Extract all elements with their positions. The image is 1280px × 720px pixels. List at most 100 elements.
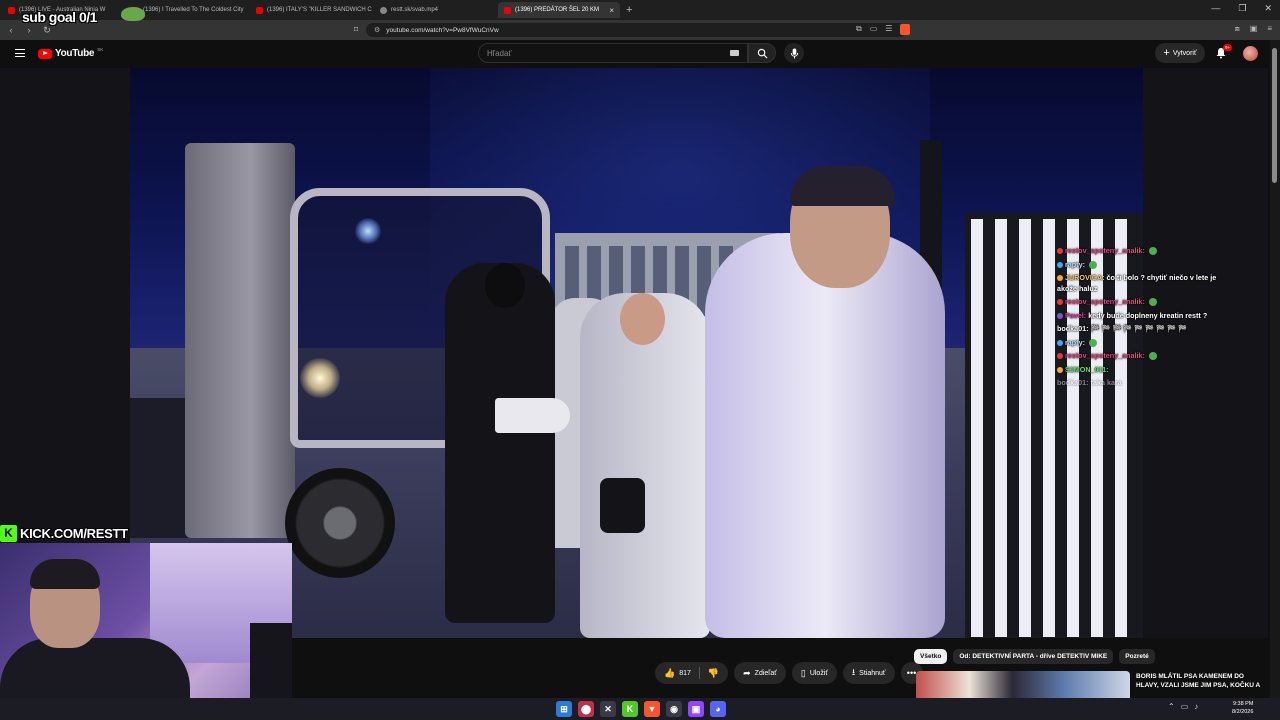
browser-tab-3[interactable]: (1396) ITALY'S "KILLER SANDWICH C: [250, 2, 372, 18]
plus-icon: +: [1163, 46, 1170, 59]
download-button[interactable]: ⭳ Stiahnuť: [843, 662, 895, 684]
verified-badge-icon: [1088, 260, 1097, 269]
network-icon[interactable]: ▭: [1181, 702, 1189, 711]
share-button[interactable]: ➦ Zdieľať: [734, 662, 786, 684]
minimize-icon[interactable]: —: [1211, 3, 1220, 14]
wallet-icon[interactable]: ▣: [1250, 24, 1258, 34]
windows-taskbar: ⊞ ⬤ ✕ K ▼ ◉ ▣ ◕ ⌃ ▭ ♪ 9:38 PM 8/2/2026: [0, 698, 1280, 720]
region-code: SK: [97, 47, 104, 52]
bookmark-icon[interactable]: ⌑: [354, 25, 358, 34]
new-tab-button[interactable]: +: [626, 4, 632, 16]
dislike-icon[interactable]: 👎: [708, 668, 719, 679]
volume-icon[interactable]: ♪: [1194, 702, 1198, 711]
like-count[interactable]: 817: [679, 670, 691, 677]
kick-app-icon[interactable]: K: [622, 701, 638, 717]
create-button[interactable]: + Vytvoriť: [1155, 43, 1205, 63]
tab-label: (1396) ITALY'S "KILLER SANDWICH C: [267, 7, 372, 13]
chat-text: taka kara: [1090, 378, 1122, 387]
scrollbar-thumb[interactable]: [1272, 48, 1277, 183]
verified-badge-icon: [1148, 352, 1157, 361]
chat-message: rapty:: [1057, 338, 1227, 349]
close-tab-icon[interactable]: ×: [609, 6, 614, 15]
video-crossbody-bag: [600, 478, 645, 533]
close-window-icon[interactable]: ✕: [1264, 3, 1272, 14]
chip-from-channel[interactable]: Od: DETEKTIVNÍ PARTA - dříve DETEKTIV MI…: [953, 649, 1114, 664]
tray-chevron-icon[interactable]: ⌃: [1168, 702, 1175, 711]
brave-browser-icon[interactable]: ▼: [644, 701, 660, 717]
browser-menu-icons: ⧈ ▣ ≡: [1235, 24, 1272, 34]
map-pin-app-icon[interactable]: ⬤: [578, 701, 594, 717]
chat-username: rapty:: [1065, 259, 1085, 269]
maximize-icon[interactable]: ❐: [1238, 3, 1246, 14]
twitch-app-icon[interactable]: ▣: [688, 701, 704, 717]
chat-message: JUROVICA: čo ti bolo ? chytiť niečo v let…: [1057, 273, 1227, 294]
extensions-icon[interactable]: ⧈: [1235, 24, 1240, 34]
chat-message: restov_spoteny_analik:: [1057, 246, 1227, 257]
streamer-webcam: [0, 543, 292, 720]
chat-message: restov_spoteny_analik:: [1057, 351, 1227, 362]
playlist-icon[interactable]: ☰: [885, 24, 892, 35]
recommended-video-title[interactable]: BORIS MLÁTIL PSA KAMENEM DO HLAVY, VZALI…: [1136, 672, 1266, 690]
chat-username: restov_spoteny_analik:: [1065, 297, 1145, 306]
windows-start-icon[interactable]: ⊞: [556, 701, 572, 717]
site-info-icon[interactable]: ⚙: [374, 26, 380, 34]
page-scrollbar[interactable]: [1270, 40, 1280, 698]
share-label: Zdieľať: [754, 669, 777, 677]
forward-icon[interactable]: ›: [22, 25, 36, 35]
system-clock[interactable]: 9:38 PM 8/2/2026: [1232, 700, 1253, 716]
chat-username: Pavel:: [1065, 310, 1087, 320]
chip-watched[interactable]: Pozreté: [1119, 649, 1155, 664]
back-icon[interactable]: ‹: [4, 25, 18, 35]
verified-badge-icon: [1148, 298, 1157, 307]
youtube-icon: [504, 6, 511, 14]
chat-message: Pavel: kedy bude doplneny kreatin restt ?: [1057, 311, 1227, 322]
youtube-icon: [256, 6, 263, 14]
chat-message: bodka01: 🏁 🏁 🏁 🏁 🏁 🏁 🏁 🏁 🏁: [1057, 324, 1227, 335]
hamburger-menu-icon[interactable]: [15, 49, 25, 57]
globe-icon: [380, 6, 387, 14]
voice-search-button[interactable]: [784, 43, 804, 63]
like-dislike-group: 👍 817 👎: [655, 662, 729, 684]
sub-goal-overlay: sub goal 0/1: [22, 9, 97, 25]
reload-icon[interactable]: ↻: [40, 25, 54, 36]
clock-time: 9:38 PM: [1232, 701, 1254, 707]
microphone-icon: [790, 47, 798, 59]
chip-all[interactable]: Všetko: [914, 649, 948, 664]
save-label: Uložiť: [809, 669, 828, 677]
chat-username: bodka01:: [1057, 378, 1089, 387]
chat-badge-icon: [1057, 248, 1063, 255]
like-icon[interactable]: 👍: [664, 668, 675, 679]
search-input[interactable]: Hľadať: [478, 43, 748, 63]
chat-message: restov_spoteny_analik:: [1057, 297, 1227, 308]
chat-username: restov_spoteny_analik:: [1065, 351, 1145, 360]
video-person-black-head: [485, 263, 525, 308]
obs-app-icon[interactable]: ◉: [666, 701, 682, 717]
notifications-badge: 9+: [1223, 44, 1233, 51]
discord-app-icon[interactable]: ◕: [710, 701, 726, 717]
brave-shields-icon[interactable]: [900, 24, 911, 35]
chat-badge-icon: [1057, 312, 1063, 319]
chat-badge-icon: [1057, 261, 1063, 268]
account-avatar[interactable]: [1243, 46, 1258, 61]
menu-icon[interactable]: ≡: [1267, 24, 1272, 34]
browser-tab-5-active[interactable]: (1396) PREDÁTOR ŠEL 20 KM ×: [498, 2, 620, 18]
chat-badge-icon: [1057, 353, 1063, 360]
kick-link-banner: K KICK.COM/RESTT: [0, 523, 128, 543]
address-bar-actions: ⧉ ▭ ☰: [856, 24, 911, 35]
tab-label: restt.sk/svab.mp4: [391, 7, 439, 13]
video-megaphone: [495, 398, 570, 433]
video-forklift-mast: [185, 143, 295, 538]
pepe-emote-icon: [121, 7, 145, 21]
search-button[interactable]: [748, 43, 776, 63]
browser-tab-4[interactable]: restt.sk/svab.mp4: [374, 2, 496, 18]
url-field[interactable]: ⚙ youtube.com/watch?v=Pw8VfWuCnVw: [366, 23, 906, 37]
youtube-play-icon: [38, 48, 52, 59]
system-tray: ⌃ ▭ ♪: [1168, 702, 1198, 711]
youtube-logo[interactable]: YouTube SK: [38, 47, 104, 59]
terminal-app-icon[interactable]: ✕: [600, 701, 616, 717]
keyboard-icon[interactable]: [730, 50, 739, 56]
screen: (1396) LIVE - Australian Ninja W (1396) …: [0, 0, 1280, 720]
cast-icon[interactable]: ▭: [870, 24, 878, 35]
save-button[interactable]: ▯ Uložiť: [791, 662, 837, 684]
translate-icon[interactable]: ⧉: [856, 24, 862, 35]
